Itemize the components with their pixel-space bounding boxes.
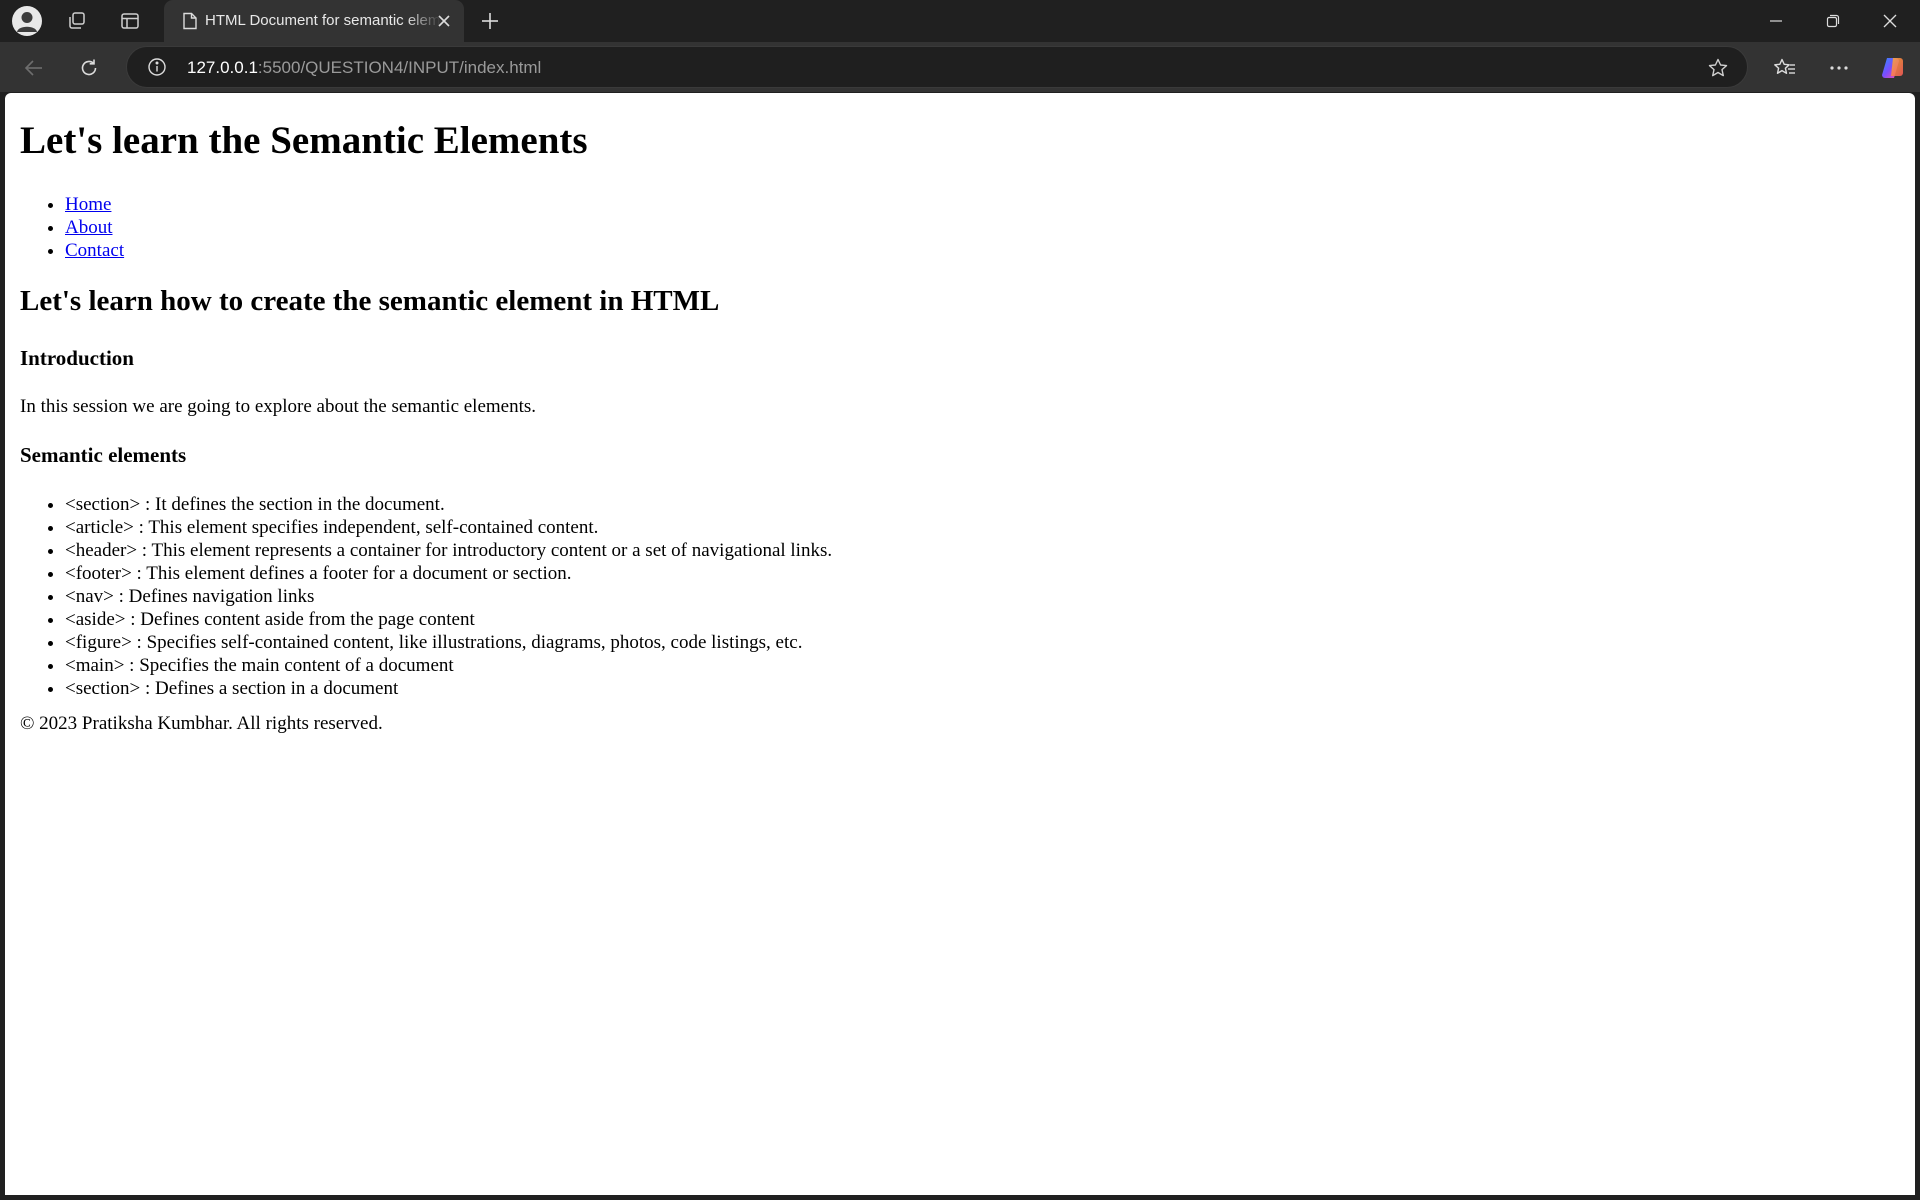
close-window-icon[interactable] (1862, 0, 1918, 42)
tab-actions-icon[interactable] (114, 5, 146, 37)
introduction-text: In this session we are going to explore … (20, 396, 537, 417)
refresh-icon[interactable] (72, 51, 106, 85)
site-info-icon[interactable] (147, 57, 167, 82)
restore-icon[interactable] (1805, 0, 1861, 42)
list-item: <section> : Defines a section in a docum… (65, 677, 832, 700)
page-viewport: Let's learn the Semantic Elements Home A… (5, 93, 1915, 1195)
nav-item-home: Home (65, 193, 124, 216)
address-bar[interactable]: 127.0.0.1:5500/QUESTION4/INPUT/index.htm… (126, 46, 1748, 88)
list-item: <main> : Specifies the main content of a… (65, 654, 832, 677)
introduction-heading: Introduction (20, 346, 134, 370)
more-options-icon[interactable] (1822, 51, 1856, 85)
list-item: <aside> : Defines content aside from the… (65, 608, 832, 631)
favorite-star-icon[interactable] (1707, 57, 1729, 84)
url-host: 127.0.0.1 (187, 58, 258, 77)
list-item: <section> : It defines the section in th… (65, 493, 832, 516)
footer-text: © 2023 Pratiksha Kumbhar. All rights res… (20, 713, 383, 734)
nav-link-about[interactable]: About (65, 217, 113, 238)
workspaces-icon[interactable] (61, 5, 93, 37)
nav-item-contact: Contact (65, 239, 124, 262)
semantic-elements-list: <section> : It defines the section in th… (15, 493, 832, 700)
page-title: Let's learn the Semantic Elements (20, 119, 588, 162)
list-item: <figure> : Specifies self-contained cont… (65, 631, 832, 654)
main-heading: Let's learn how to create the semantic e… (20, 285, 720, 317)
tab-strip: HTML Document for semantic elements (0, 0, 1920, 42)
nav-item-about: About (65, 216, 124, 239)
minimize-icon[interactable] (1748, 0, 1804, 42)
url-text[interactable]: 127.0.0.1:5500/QUESTION4/INPUT/index.htm… (187, 58, 541, 78)
url-path: :5500/QUESTION4/INPUT/index.html (257, 58, 542, 77)
nav-link-home[interactable]: Home (65, 194, 111, 215)
browser-toolbar: 127.0.0.1:5500/QUESTION4/INPUT/index.htm… (0, 42, 1920, 92)
list-item: <header> : This element represents a con… (65, 539, 832, 562)
active-tab[interactable]: HTML Document for semantic elements (164, 0, 464, 42)
close-tab-icon[interactable] (434, 11, 454, 31)
document-icon (182, 12, 198, 35)
list-item: <article> : This element specifies indep… (65, 516, 832, 539)
nav-link-contact[interactable]: Contact (65, 240, 124, 261)
list-item: <footer> : This element defines a footer… (65, 562, 832, 585)
profile-avatar-icon[interactable] (12, 6, 42, 36)
semantic-elements-heading: Semantic elements (20, 443, 187, 467)
back-arrow-icon[interactable] (17, 51, 51, 85)
tab-title: HTML Document for semantic elements (205, 12, 441, 29)
nav-list: Home About Contact (15, 193, 124, 262)
favorites-icon[interactable] (1768, 51, 1802, 85)
new-tab-icon[interactable] (474, 5, 506, 37)
copilot-icon[interactable] (1876, 51, 1910, 85)
list-item: <nav> : Defines navigation links (65, 585, 832, 608)
